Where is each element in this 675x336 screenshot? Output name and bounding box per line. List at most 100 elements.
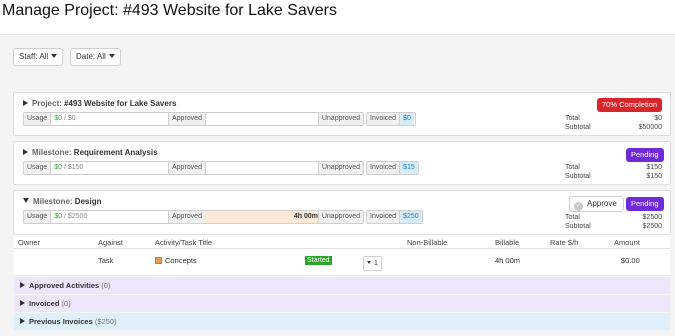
- table-row[interactable]: Task Concepts Started 1 4h 00m $0.00: [14, 249, 670, 276]
- approve-button[interactable]: ✓ Approve: [569, 196, 624, 212]
- panel-kind-label: Milestone:: [33, 197, 73, 206]
- approve-label: Approve: [587, 199, 617, 208]
- subtotal-value: $50000: [638, 124, 662, 131]
- usage-budget: / $150: [63, 164, 84, 171]
- approved-field: Approved 4h 00m Unapproved: [168, 210, 364, 224]
- project-totals: Total $0 Subtotal $50000: [565, 115, 662, 133]
- column-header: Against: [98, 238, 124, 247]
- milestone-name: Design: [74, 197, 102, 206]
- milestone-panel: Milestone: Requirement Analysis Usage $0 …: [13, 141, 671, 185]
- subtotal-value: $2500: [642, 223, 662, 230]
- chevron-down-icon: [367, 261, 371, 264]
- invoiced-accordion[interactable]: Invoiced (0): [14, 295, 670, 312]
- staff-filter-dropdown[interactable]: Staff: All: [13, 48, 64, 66]
- total-label: Total: [565, 164, 580, 171]
- usage-tag: Usage: [24, 211, 52, 223]
- usage-value: $0: [54, 164, 63, 171]
- usage-field: Usage $0 / $150: [23, 161, 178, 175]
- column-header: Amount: [614, 238, 640, 247]
- accordion-label: Invoiced: [29, 299, 60, 308]
- column-header: Billable: [495, 238, 520, 247]
- against-cell: Task: [98, 256, 114, 265]
- invoiced-value: $0: [400, 113, 414, 125]
- date-filter-label: Date: All: [76, 52, 106, 61]
- milestone-name: Requirement Analysis: [73, 148, 158, 157]
- caret-right-icon: [23, 100, 28, 106]
- total-value: $150: [646, 164, 662, 171]
- usage-tag: Usage: [24, 113, 52, 125]
- caret-right-icon: [20, 282, 25, 288]
- total-value: $0: [654, 115, 662, 122]
- quantity-stepper[interactable]: 1: [363, 256, 382, 271]
- invoiced-tag: Invoiced: [367, 113, 401, 125]
- usage-budget: / $2500: [63, 213, 88, 220]
- project-name: #493 Website for Lake Savers: [64, 99, 177, 108]
- approved-tag: Approved: [169, 113, 206, 125]
- usage-value: $0: [54, 213, 63, 220]
- status-badge: Started: [305, 256, 332, 265]
- caret-right-icon: [20, 300, 25, 306]
- caret-down-icon: [23, 198, 29, 203]
- stepper-value: 1: [374, 260, 378, 267]
- chevron-down-icon: [51, 54, 58, 58]
- accordion-count: ($250): [94, 317, 117, 326]
- column-header: Owner: [18, 238, 41, 247]
- chevron-down-icon: [108, 54, 115, 58]
- caret-right-icon: [23, 149, 28, 155]
- unapproved-tag: Unapproved: [317, 113, 363, 125]
- column-header: Activity/Task Title: [155, 238, 213, 247]
- task-icon: [155, 257, 162, 264]
- check-circle-icon: ✓: [574, 202, 583, 211]
- completion-badge: 70% Completion: [597, 98, 663, 112]
- approved-activities-accordion[interactable]: Approved Activities (0): [14, 277, 670, 294]
- milestone-totals: Total $150 Subtotal $150: [565, 164, 662, 182]
- milestone-header[interactable]: Milestone: Requirement Analysis: [23, 148, 158, 157]
- accordion-count: (0): [101, 281, 111, 290]
- unapproved-tag: Unapproved: [317, 162, 363, 174]
- invoiced-value: $250: [400, 211, 422, 223]
- usage-tag: Usage: [24, 162, 52, 174]
- total-label: Total: [565, 115, 580, 122]
- total-value: $2500: [642, 214, 662, 221]
- subtotal-label: Subtotal: [565, 223, 591, 230]
- total-label: Total: [565, 214, 580, 221]
- task-title: Concepts: [165, 256, 197, 265]
- approved-hours: 4h 00m: [293, 213, 318, 220]
- unapproved-tag: Unapproved: [317, 211, 363, 223]
- date-filter-dropdown[interactable]: Date: All: [70, 48, 121, 66]
- accordion-count: (0): [61, 299, 71, 308]
- project-panel-header[interactable]: Project: #493 Website for Lake Savers: [23, 99, 176, 108]
- billable-cell: 4h 00m: [495, 256, 521, 265]
- project-panel: Project: #493 Website for Lake Savers Us…: [13, 92, 671, 136]
- amount-cell: $0.00: [621, 256, 640, 265]
- usage-field: Usage $0 / $0: [23, 112, 178, 126]
- subtotal-label: Subtotal: [565, 173, 591, 180]
- invoiced-tag: Invoiced: [367, 162, 401, 174]
- panel-kind-label: Project:: [32, 99, 62, 108]
- approved-tag: Approved: [169, 162, 206, 174]
- subtotal-label: Subtotal: [565, 124, 591, 131]
- milestone-panel-expanded: Milestone: Design Usage $0 / $2500 Approv…: [13, 190, 671, 234]
- column-header: Non-Billable: [407, 238, 448, 247]
- subtotal-value: $150: [646, 173, 662, 180]
- page-title: Manage Project: #493 Website for Lake Sa…: [2, 2, 337, 19]
- usage-field: Usage $0 / $2500: [23, 210, 178, 224]
- invoiced-field: Invoiced $15: [366, 161, 419, 175]
- caret-right-icon: [20, 318, 25, 324]
- approved-tag: Approved: [169, 211, 206, 223]
- task-title-link[interactable]: Concepts: [155, 256, 197, 265]
- approved-field: Approved Unapproved: [168, 161, 364, 175]
- accordion-label: Approved Activities: [29, 281, 100, 290]
- panel-kind-label: Milestone:: [32, 148, 72, 157]
- staff-filter-label: Staff: All: [19, 52, 49, 61]
- status-badge: Pending: [626, 197, 664, 211]
- accordion-label: Previous Invoices: [29, 317, 93, 326]
- status-badge: Pending: [626, 148, 664, 162]
- milestone-totals: Total $2500 Subtotal $2500: [565, 214, 662, 232]
- usage-budget: / $0: [63, 115, 76, 122]
- activity-table-header: Owner Against Activity/Task Title Non-Bi…: [14, 234, 670, 249]
- previous-invoices-accordion[interactable]: Previous Invoices ($250): [14, 313, 670, 330]
- invoiced-tag: Invoiced: [367, 211, 401, 223]
- approved-field: Approved Unapproved: [168, 112, 364, 126]
- milestone-header[interactable]: Milestone: Design: [23, 197, 101, 206]
